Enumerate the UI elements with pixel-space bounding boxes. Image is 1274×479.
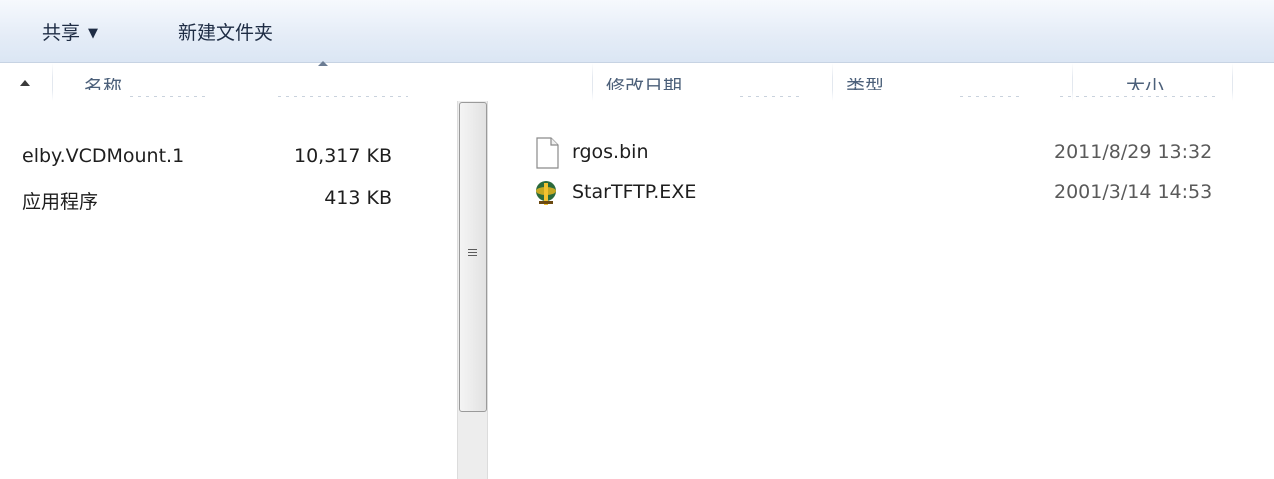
list-item-size: 413 KB (324, 187, 392, 209)
file-name[interactable]: StarTFTP.EXE (572, 181, 696, 203)
file-modified: 2001/3/14 14:53 (1054, 181, 1213, 203)
header-divider (1060, 96, 1220, 97)
sort-ascending-icon (318, 61, 328, 66)
startftp-app-icon (536, 181, 556, 205)
grip-icon (468, 249, 477, 258)
list-item-name[interactable]: elby.VCDMount.1 (22, 145, 184, 167)
new-folder-button[interactable]: 新建文件夹 (178, 18, 273, 45)
column-separator[interactable] (592, 63, 593, 101)
column-modified[interactable]: 修改日期 (606, 78, 682, 90)
scroll-up-arrow-icon[interactable] (20, 80, 30, 86)
column-name[interactable]: 名称 (84, 78, 122, 90)
file-row[interactable]: rgos.bin 2011/8/29 13:32 (534, 137, 1254, 171)
chevron-down-icon: ▼ (88, 26, 99, 41)
header-divider (740, 96, 800, 97)
list-item-name[interactable]: 应用程序 (22, 187, 98, 214)
share-button[interactable]: 共享 ▼ (42, 18, 98, 45)
header-divider (130, 96, 210, 97)
header-divider (278, 96, 408, 97)
blank-file-icon (536, 137, 559, 169)
column-separator[interactable] (1232, 63, 1233, 101)
file-name[interactable]: rgos.bin (572, 141, 648, 163)
share-label: 共享 (42, 22, 81, 44)
explorer-window: 共享 ▼ 新建文件夹 名称 修改日期 类型 大小 elby.VCDMount.1 … (0, 0, 1274, 479)
command-bar: 共享 ▼ 新建文件夹 (0, 0, 1274, 63)
column-type[interactable]: 类型 (846, 78, 884, 90)
file-modified: 2011/8/29 13:32 (1054, 141, 1213, 163)
header-divider (960, 96, 1020, 97)
column-size[interactable]: 大小 (1126, 78, 1164, 90)
file-row[interactable]: StarTFTP.EXE 2001/3/14 14:53 (534, 177, 1254, 211)
column-separator[interactable] (52, 63, 53, 101)
list-item-size: 10,317 KB (293, 145, 392, 167)
column-separator[interactable] (832, 63, 833, 101)
